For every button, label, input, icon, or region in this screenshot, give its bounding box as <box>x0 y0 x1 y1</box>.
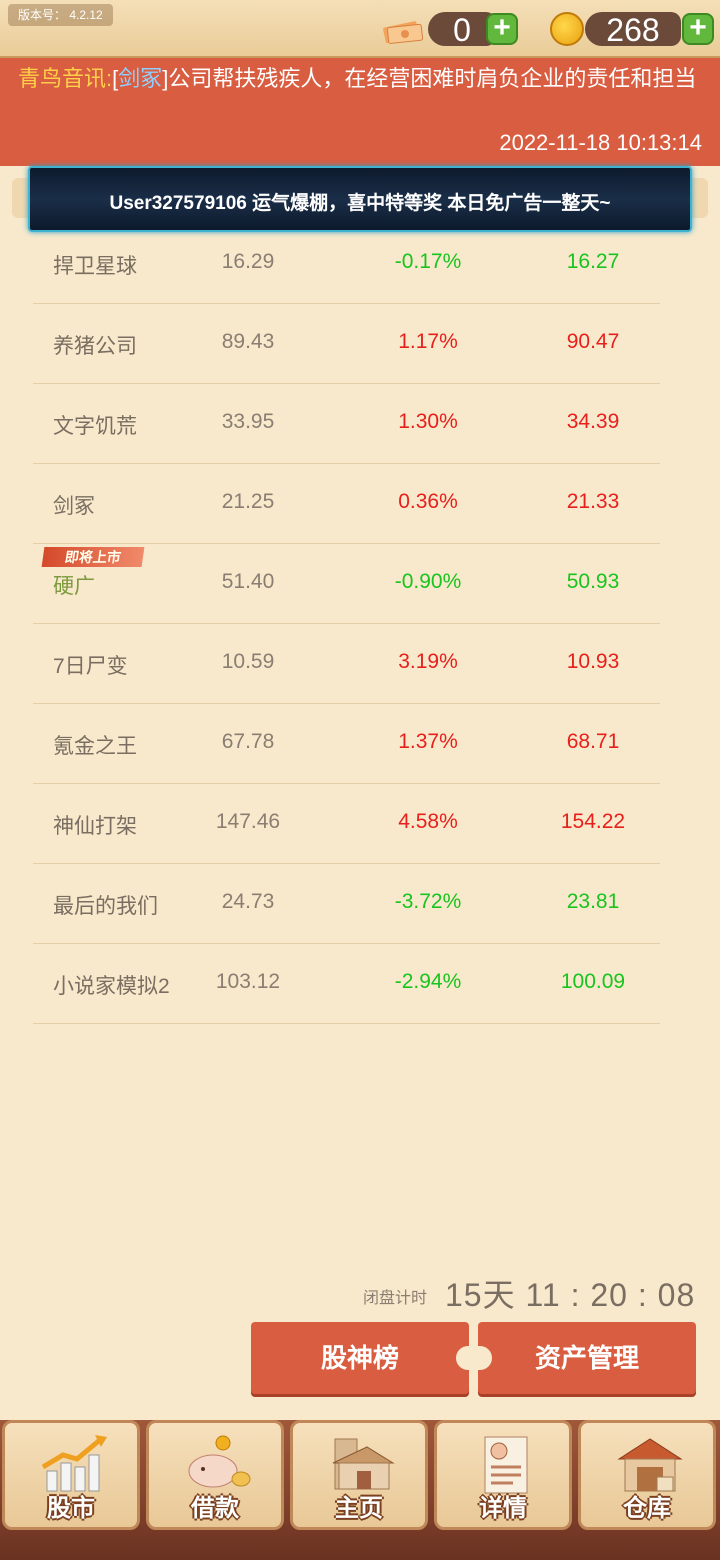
stock-row[interactable]: 即将上市 硬广 51.40 -0.90% 50.93 <box>33 543 660 624</box>
coin-amount: 268 <box>585 12 681 48</box>
stock-name: 剑冢 <box>53 495 95 518</box>
stock-change: 3.19% <box>398 650 458 673</box>
stock-name: 捍卫星球 <box>53 255 137 278</box>
stock-change: 4.58% <box>398 810 458 833</box>
tab-label: 详情 <box>479 1495 527 1522</box>
news-ticker: 青鸟音讯:[剑冢]公司帮扶残疾人，在经营困难时肩负企业的责任和担当 2022-1… <box>0 58 720 166</box>
stock-change: -2.94% <box>394 970 462 993</box>
stock-next-price: 90.47 <box>566 330 620 353</box>
stock-price: 51.40 <box>221 570 275 593</box>
leaderboard-button[interactable]: 股神榜 <box>251 1322 469 1394</box>
stock-price: 89.43 <box>221 330 275 353</box>
stock-change: -0.17% <box>394 250 462 273</box>
tab-label: 仓库 <box>623 1495 671 1522</box>
stock-name: 氪金之王 <box>53 735 137 758</box>
stock-change: 1.30% <box>398 410 458 433</box>
news-body: 公司帮扶残疾人，在经营困难时肩负企业的责任和担当 <box>168 66 697 91</box>
stock-row[interactable]: 最后的我们 24.73 -3.72% 23.81 <box>33 863 660 944</box>
market-close-countdown-label: 闭盘计时 <box>363 1290 428 1307</box>
news-tag: 剑冢 <box>118 66 163 91</box>
stock-row[interactable]: 神仙打架 147.46 4.58% 154.22 <box>33 783 660 864</box>
stock-row[interactable]: 剑冢 21.25 0.36% 21.33 <box>33 463 660 544</box>
stock-name: 神仙打架 <box>53 815 137 838</box>
stock-change: -3.72% <box>394 890 462 913</box>
news-time: 2022-11-18 10:13:14 <box>499 130 702 155</box>
stock-row[interactable]: 氪金之王 67.78 1.37% 68.71 <box>33 703 660 784</box>
chart-icon <box>41 1435 107 1492</box>
news-message: 青鸟音讯:[剑冢]公司帮扶残疾人，在经营困难时肩负企业的责任和担当 <box>18 64 708 94</box>
stock-price: 147.46 <box>215 810 281 833</box>
tab-warehouse[interactable]: 仓库 <box>578 1420 716 1530</box>
stock-next-price: 21.33 <box>566 490 620 513</box>
add-coin-button[interactable]: + <box>682 13 714 45</box>
tab-label: 股市 <box>47 1495 95 1522</box>
stock-change: 1.37% <box>398 730 458 753</box>
tab-home[interactable]: 主页 <box>290 1420 428 1530</box>
stock-row[interactable]: 文字饥荒 33.95 1.30% 34.39 <box>33 383 660 464</box>
stock-row[interactable]: 7日尸变 10.59 3.19% 10.93 <box>33 623 660 704</box>
ipo-soon-badge: 即将上市 <box>41 547 145 567</box>
coin-icon <box>550 12 584 46</box>
stock-row[interactable]: 捍卫星球 16.29 -0.17% 16.27 <box>33 223 660 304</box>
stock-name: 养猪公司 <box>53 335 137 358</box>
stock-name: 7日尸变 <box>53 655 128 678</box>
tab-label: 主页 <box>335 1495 383 1522</box>
piggy-bank-icon <box>188 1435 251 1488</box>
stock-price: 10.59 <box>221 650 275 673</box>
stock-price: 16.29 <box>221 250 275 273</box>
tab-details[interactable]: 详情 <box>434 1420 572 1530</box>
stock-name: 小说家模拟2 <box>53 975 170 998</box>
stock-price: 67.78 <box>221 730 275 753</box>
tab-loan[interactable]: 借款 <box>146 1420 284 1530</box>
stock-next-price: 100.09 <box>560 970 626 993</box>
tab-stock-market[interactable]: 股市 <box>2 1420 140 1530</box>
stock-price: 24.73 <box>221 890 275 913</box>
profile-card-icon <box>484 1436 528 1494</box>
stock-change: -0.90% <box>394 570 462 593</box>
stock-next-price: 154.22 <box>560 810 626 833</box>
add-cash-button[interactable]: + <box>486 13 518 45</box>
warehouse-icon <box>617 1438 683 1492</box>
stock-price: 103.12 <box>215 970 281 993</box>
stock-next-price: 16.27 <box>566 250 620 273</box>
stock-row[interactable]: 小说家模拟2 103.12 -2.94% 100.09 <box>33 943 660 1024</box>
stock-name: 最后的我们 <box>53 895 158 918</box>
stock-price: 33.95 <box>221 410 275 433</box>
tab-label: 借款 <box>191 1495 239 1522</box>
stock-next-price: 68.71 <box>566 730 620 753</box>
top-bar: 版本号： 4.2.12 0 + 268 + <box>0 0 720 58</box>
stock-next-price: 34.39 <box>566 410 620 433</box>
stock-name: 文字饥荒 <box>53 415 137 438</box>
asset-management-button[interactable]: 资产管理 <box>478 1322 696 1394</box>
version-label: 版本号： 4.2.12 <box>8 4 113 26</box>
bottom-nav: 股市 借款 主页 详情 仓库 <box>0 1420 720 1560</box>
stock-next-price: 10.93 <box>566 650 620 673</box>
stock-change: 0.36% <box>398 490 458 513</box>
stock-price: 21.25 <box>221 490 275 513</box>
house-icon <box>332 1438 395 1490</box>
news-source: 青鸟音讯: <box>18 66 113 91</box>
market-close-countdown: 15天 11 : 20 : 08 <box>445 1277 696 1313</box>
stock-name: 硬广 <box>53 575 95 598</box>
banner-text: User327579106 运气爆棚，喜中特等奖 本日免广告一整天~ <box>109 193 611 214</box>
button-connector <box>456 1346 492 1370</box>
stock-row[interactable]: 养猪公司 89.43 1.17% 90.47 <box>33 303 660 384</box>
stock-next-price: 23.81 <box>566 890 620 913</box>
cash-icon <box>383 21 424 44</box>
stock-next-price: 50.93 <box>566 570 620 593</box>
stock-change: 1.17% <box>398 330 458 353</box>
